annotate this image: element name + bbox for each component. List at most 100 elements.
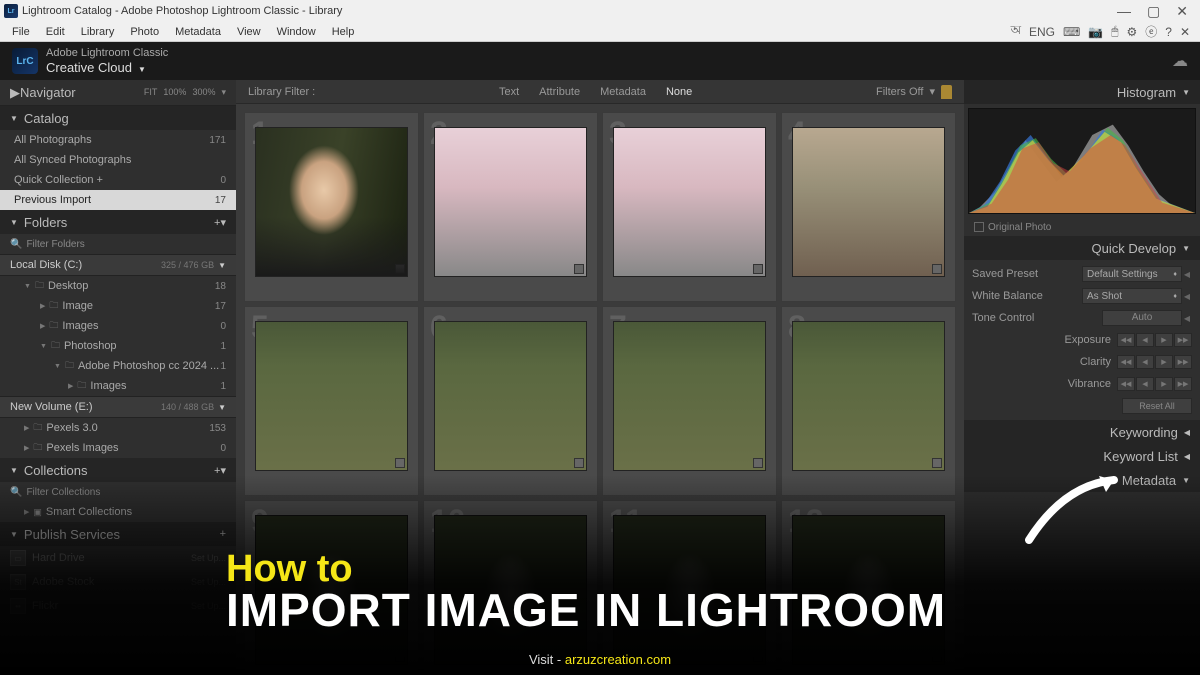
preset-selector[interactable]: Default Settings♦ [1082, 266, 1182, 282]
publish-service[interactable]: StAdobe StockSet Up... [0, 570, 236, 594]
keywordlist-panel-header[interactable]: Keyword List◀ [964, 444, 1200, 468]
zoom-300[interactable]: 300% [192, 87, 215, 98]
language-indicator[interactable]: ENG [1029, 25, 1055, 39]
camera-icon[interactable]: 📷 [1088, 25, 1103, 39]
step-up[interactable]: ▶ [1155, 333, 1173, 347]
setup-link[interactable]: Set Up... [191, 601, 226, 611]
chevron-down-icon[interactable]: ▾ [929, 85, 935, 98]
step-up[interactable]: ▶ [1155, 377, 1173, 391]
collections-panel-header[interactable]: ▼ Collections +▾ [0, 458, 236, 482]
folder-item[interactable]: ▶🗀Pexels Images0 [0, 438, 236, 458]
collection-filter[interactable]: 🔍 Filter Collections [0, 482, 236, 502]
maximize-button[interactable]: ▢ [1147, 3, 1160, 20]
navigator-panel-header[interactable]: ▶ Navigator FIT 100% 300% ▾ [0, 80, 236, 106]
chevron-down-icon[interactable]: ▾ [221, 87, 226, 98]
publish-service[interactable]: ••FlickrSet Up... [0, 594, 236, 618]
expand-icon[interactable] [395, 458, 405, 468]
mouse-icon[interactable]: 🖱 [1111, 24, 1118, 39]
step-down-big[interactable]: ◀◀ [1117, 355, 1135, 369]
histogram-panel-header[interactable]: Histogram▼ [964, 80, 1200, 104]
menu-photo[interactable]: Photo [122, 24, 167, 40]
expand-icon[interactable] [395, 652, 405, 662]
thumbnail-cell[interactable]: 1 [244, 112, 419, 302]
thumbnail-cell[interactable]: 12 [781, 500, 956, 675]
step-down-big[interactable]: ◀◀ [1117, 377, 1135, 391]
menu-library[interactable]: Library [73, 24, 123, 40]
publish-panel-header[interactable]: ▼ Publish Services + [0, 522, 236, 546]
lock-icon[interactable] [941, 85, 952, 99]
step-down-big[interactable]: ◀◀ [1117, 333, 1135, 347]
wb-selector[interactable]: As Shot♦ [1082, 288, 1182, 304]
expand-icon[interactable] [395, 264, 405, 274]
catalog-panel-header[interactable]: ▼ Catalog [0, 106, 236, 130]
menu-metadata[interactable]: Metadata [167, 24, 229, 40]
thumbnail-cell[interactable]: 2 [423, 112, 598, 302]
expand-icon[interactable] [574, 264, 584, 274]
zoom-100[interactable]: 100% [163, 87, 186, 98]
publish-service[interactable]: ▭Hard DriveSet Up... [0, 546, 236, 570]
step-up-big[interactable]: ▶▶ [1174, 377, 1192, 391]
filters-off[interactable]: Filters Off [876, 86, 923, 98]
menu-view[interactable]: View [229, 24, 269, 40]
folder-item[interactable]: ▼🗀Photoshop1 [0, 336, 236, 356]
add-collection-icon[interactable]: +▾ [214, 464, 226, 477]
exit-icon[interactable]: ✕ [1180, 25, 1190, 39]
thumbnail-cell[interactable]: 6 [423, 306, 598, 496]
metadata-panel-header[interactable]: Metadata▼ [964, 468, 1200, 492]
disk-row[interactable]: Local Disk (C:)325 / 476 GB▼ [0, 254, 236, 276]
thumbnail-cell[interactable]: 9 [244, 500, 419, 675]
settings-icon[interactable]: ⚙ [1126, 25, 1137, 39]
thumbnail-cell[interactable]: 11 [602, 500, 777, 675]
menu-file[interactable]: File [4, 24, 38, 40]
add-publish-icon[interactable]: + [220, 528, 226, 540]
expand-icon[interactable] [753, 264, 763, 274]
catalog-item[interactable]: Previous Import17 [0, 190, 236, 210]
catalog-item[interactable]: All Synced Photographs [0, 150, 236, 170]
folder-item[interactable]: ▶🗀Images0 [0, 316, 236, 336]
expand-icon[interactable] [753, 458, 763, 468]
step-up-big[interactable]: ▶▶ [1174, 355, 1192, 369]
step-down[interactable]: ◀ [1136, 355, 1154, 369]
folders-panel-header[interactable]: ▼ Folders +▾ [0, 210, 236, 234]
filter-attribute[interactable]: Attribute [529, 86, 590, 98]
setup-link[interactable]: Set Up... [191, 577, 226, 587]
folder-item[interactable]: ▼🗀Desktop18 [0, 276, 236, 296]
thumbnail-cell[interactable]: 7 [602, 306, 777, 496]
thumbnail-cell[interactable]: 4 [781, 112, 956, 302]
language-script-icon[interactable]: অ [1011, 22, 1021, 42]
cloud-sync-icon[interactable]: ☁ [1172, 51, 1188, 71]
reset-all-button[interactable]: Reset All [1122, 398, 1192, 414]
expand-icon[interactable] [574, 458, 584, 468]
filter-none[interactable]: None [656, 86, 702, 98]
thumbnail-cell[interactable]: 8 [781, 306, 956, 496]
collapse-icon[interactable]: ◀ [1182, 270, 1192, 279]
thumbnail-cell[interactable]: 3 [602, 112, 777, 302]
disk-row[interactable]: New Volume (E:)140 / 488 GB▼ [0, 396, 236, 418]
add-folder-icon[interactable]: +▾ [214, 216, 226, 229]
folder-item[interactable]: ▶🗀Images1 [0, 376, 236, 396]
step-up-big[interactable]: ▶▶ [1174, 333, 1192, 347]
help-icon[interactable]: ? [1165, 25, 1172, 39]
menu-window[interactable]: Window [269, 24, 324, 40]
step-down[interactable]: ◀ [1136, 377, 1154, 391]
expand-icon[interactable] [753, 652, 763, 662]
minimize-button[interactable]: — [1117, 3, 1131, 20]
thumbnail-cell[interactable]: 10 [423, 500, 598, 675]
quickdevelop-panel-header[interactable]: Quick Develop▼ [964, 236, 1200, 260]
menu-edit[interactable]: Edit [38, 24, 73, 40]
smart-collections[interactable]: ▶ ▣ Smart Collections [0, 502, 236, 522]
auto-tone-button[interactable]: Auto [1102, 310, 1182, 326]
step-down[interactable]: ◀ [1136, 333, 1154, 347]
touchpad-icon[interactable]: ⌨ [1063, 25, 1080, 39]
catalog-item[interactable]: Quick Collection +0 [0, 170, 236, 190]
collapse-icon[interactable]: ◀ [1182, 314, 1192, 323]
folder-item[interactable]: ▼🗀Adobe Photoshop cc 2024 ...1 [0, 356, 236, 376]
catalog-item[interactable]: All Photographs171 [0, 130, 236, 150]
folder-filter[interactable]: 🔍 Filter Folders [0, 234, 236, 254]
expand-icon[interactable] [932, 458, 942, 468]
collapse-icon[interactable]: ◀ [1182, 292, 1192, 301]
chevron-down-icon[interactable]: ▼ [138, 65, 146, 74]
original-photo-toggle[interactable]: Original Photo [964, 218, 1200, 236]
zoom-fit[interactable]: FIT [144, 87, 158, 98]
expand-icon[interactable] [932, 652, 942, 662]
